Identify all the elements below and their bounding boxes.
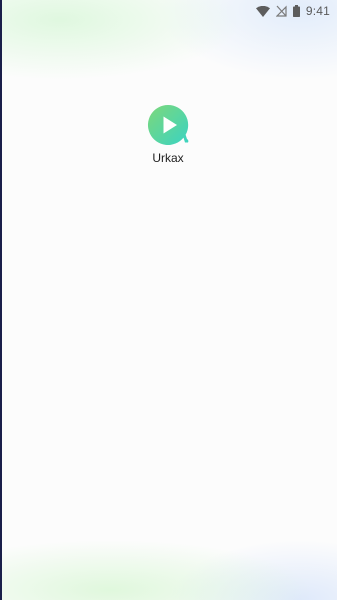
- screen-edge: [0, 0, 2, 600]
- home-screen: 9:41 Urkax: [0, 0, 337, 600]
- wifi-icon: [255, 5, 270, 17]
- app-label: Urkax: [152, 151, 184, 165]
- no-signal-icon: [275, 5, 287, 17]
- status-time: 9:41: [305, 4, 330, 18]
- status-bar: 9:41: [255, 0, 337, 22]
- app-shortcut-urkax[interactable]: Urkax: [133, 104, 203, 165]
- play-icon[interactable]: [147, 104, 189, 146]
- battery-icon: [292, 5, 300, 17]
